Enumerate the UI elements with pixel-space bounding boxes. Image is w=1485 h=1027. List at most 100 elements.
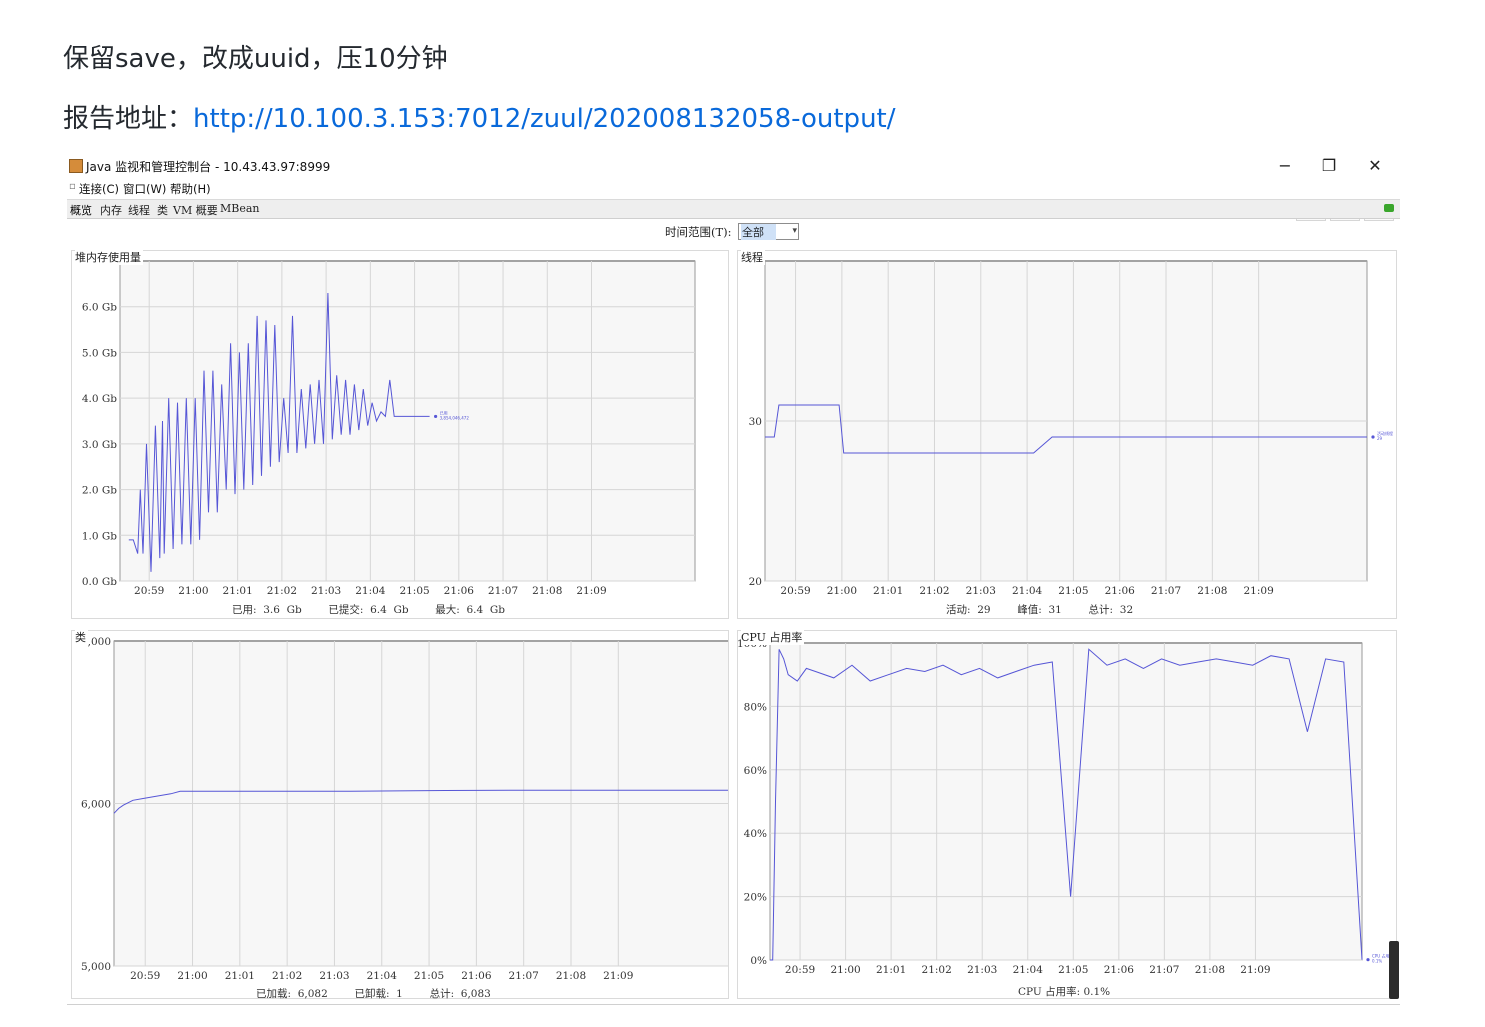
x-tick-label: 21:02: [267, 585, 297, 597]
close-button[interactable]: ✕: [1355, 154, 1395, 178]
x-tick-label: 21:03: [967, 964, 997, 976]
doc-line-2: 报告地址：http://10.100.3.153:7012/zuul/20200…: [63, 98, 896, 135]
y-tick-label: 40%: [744, 828, 767, 840]
y-tick-label: 0.0 Gb: [82, 576, 117, 588]
x-tick-label: 20:59: [134, 585, 164, 597]
panel-title-threads: 线程: [741, 249, 765, 265]
tab-overview[interactable]: 概览: [70, 202, 92, 218]
legend-value: 0.1%: [1372, 959, 1382, 964]
x-tick-label: 21:06: [1104, 964, 1135, 976]
x-tick-label: 21:00: [827, 585, 857, 597]
x-tick-label: 21:09: [1240, 964, 1270, 976]
window-title: Java 监视和管理控制台 - 10.43.43.97:8999: [86, 160, 331, 174]
x-tick-label: 21:03: [966, 585, 996, 597]
y-tick-label: 6.0 Gb: [82, 302, 117, 314]
cpu-chart: 20:59 21:00 21:01 21:02 21:03 21:04 21:05 21:06…: [738, 638, 1393, 976]
x-tick-label: 21:04: [1013, 964, 1044, 976]
x-tick-label: 21:07: [488, 585, 518, 597]
x-tick-label: 21:01: [223, 585, 253, 597]
x-tick-label: 21:00: [177, 970, 207, 982]
plot-area: [119, 260, 696, 582]
x-tick-label: 21:06: [461, 970, 492, 982]
tab-classes[interactable]: 类: [157, 202, 168, 218]
y-tick-label: 30: [749, 416, 762, 428]
x-tick-label: 21:06: [1105, 585, 1136, 597]
panel-title-heap: 堆内存使用量: [75, 249, 143, 265]
last-value-marker: [434, 414, 438, 419]
x-tick-label: 21:09: [603, 970, 633, 982]
x-tick-label: 21:07: [1151, 585, 1181, 597]
tab-vm-summary[interactable]: VM 概要: [173, 202, 218, 218]
tab-bar: 概览 内存 线程 类 VM 概要 MBean: [67, 199, 1400, 219]
y-tick-label: 60%: [744, 765, 767, 777]
classes-chart: 20:59 21:00 21:01 21:02 21:03 21:04 21:05 21:06…: [81, 636, 728, 982]
restore-button[interactable]: ❐: [1309, 154, 1349, 178]
chevron-down-icon: ▾: [792, 226, 797, 236]
y-tick-label: 5.0 Gb: [82, 347, 117, 359]
x-tick-label: 21:02: [272, 970, 302, 982]
minimize-button[interactable]: −: [1265, 154, 1305, 178]
legend-value: 29: [1377, 436, 1383, 441]
x-tick-label: 21:01: [873, 585, 903, 597]
x-tick-label: 21:05: [414, 970, 444, 982]
report-link[interactable]: http://10.100.3.153:7012/zuul/2020081320…: [193, 104, 895, 134]
x-tick-label: 21:08: [532, 585, 562, 597]
doc-line-1: 保留save，改成uuid，压10分钟: [63, 44, 448, 74]
report-address-label: 报告地址：: [63, 104, 194, 134]
x-tick-label: 21:04: [355, 585, 386, 597]
classes-panel: 20:59 21:00 21:01 21:02 21:03 21:04 21:05 21:06…: [71, 629, 729, 1000]
x-tick-label: 21:02: [919, 585, 949, 597]
x-tick-label: 21:05: [1058, 964, 1088, 976]
last-value-marker: [1371, 435, 1375, 439]
x-tick-label: 21:01: [876, 964, 906, 976]
y-tick-label: 5,000: [81, 961, 111, 973]
threads-chart: 20:59 21:00 21:01 21:02 21:03 21:04 21:05 21:06…: [749, 256, 1393, 597]
y-tick-label: 20%: [744, 892, 767, 904]
threads-panel: 20:59 21:00 21:01 21:02 21:03 21:04 21:05 21:06…: [737, 249, 1397, 619]
y-tick-label: 6,000: [81, 799, 111, 811]
x-tick-label: 21:09: [576, 585, 606, 597]
time-range-label: 时间范围(T):: [665, 225, 732, 239]
tab-mbean[interactable]: MBean: [220, 202, 260, 215]
menu-help[interactable]: 帮助(H): [170, 181, 211, 197]
panel-title-cpu: CPU 占用率: [741, 629, 805, 645]
x-tick-label: 21:08: [1195, 964, 1225, 976]
heap-summary: 已用: 3.6 Gb 已提交: 6.4 Gb 最大: 6.4 Gb: [232, 604, 505, 616]
cpu-summary: CPU 占用率: 0.1%: [1018, 986, 1111, 998]
x-tick-label: 21:00: [178, 585, 208, 597]
java-cup-icon: [69, 159, 83, 173]
y-tick-label: 3.0 Gb: [82, 439, 117, 451]
plot-area: [769, 642, 1363, 961]
heap-memory-chart: 20:59 21:00 21:01 21:02 21:03 21:04 21:05 21:06…: [82, 256, 696, 597]
y-tick-label: 1.0 Gb: [82, 530, 117, 542]
x-tick-label: 21:03: [319, 970, 349, 982]
y-tick-label: 4.0 Gb: [82, 393, 117, 405]
x-tick-label: 21:08: [1197, 585, 1227, 597]
mdi-frame-icon: ▫: [69, 181, 76, 192]
cpu-panel: 20:59 21:00 21:01 21:02 21:03 21:04 21:05 21:06…: [737, 629, 1397, 999]
x-tick-label: 20:59: [780, 585, 810, 597]
x-tick-label: 20:59: [785, 964, 815, 976]
panel-title-classes: 类: [75, 629, 88, 645]
time-range-select[interactable]: 全部 ▾: [738, 223, 799, 240]
x-tick-label: 21:01: [225, 970, 255, 982]
scrollbar-handle[interactable]: [1389, 941, 1399, 999]
tab-memory[interactable]: 内存: [100, 202, 122, 218]
menu-connection[interactable]: 连接(C): [79, 181, 119, 197]
x-tick-label: 21:07: [1149, 964, 1179, 976]
menu-bar: ▫ 连接(C) 窗口(W) 帮助(H) - ▫ ×: [67, 178, 1400, 221]
x-tick-label: 21:02: [922, 964, 952, 976]
menu-window[interactable]: 窗口(W): [123, 181, 166, 197]
y-tick-label: 2.0 Gb: [82, 485, 117, 497]
connection-status-icon: [1384, 204, 1394, 212]
window-titlebar: Java 监视和管理控制台 - 10.43.43.97:8999 − ❐ ✕: [67, 154, 1400, 178]
y-tick-label: 80%: [744, 701, 767, 713]
tab-threads[interactable]: 线程: [128, 202, 150, 218]
x-tick-label: 21:05: [1058, 585, 1088, 597]
legend-value: 3,854,046,472: [440, 415, 470, 420]
x-tick-label: 21:04: [367, 970, 398, 982]
x-tick-label: 21:08: [556, 970, 586, 982]
time-range-value: 全部: [741, 224, 776, 240]
jconsole-window: Java 监视和管理控制台 - 10.43.43.97:8999 − ❐ ✕ ▫…: [67, 154, 1400, 1005]
x-tick-label: 21:07: [509, 970, 539, 982]
